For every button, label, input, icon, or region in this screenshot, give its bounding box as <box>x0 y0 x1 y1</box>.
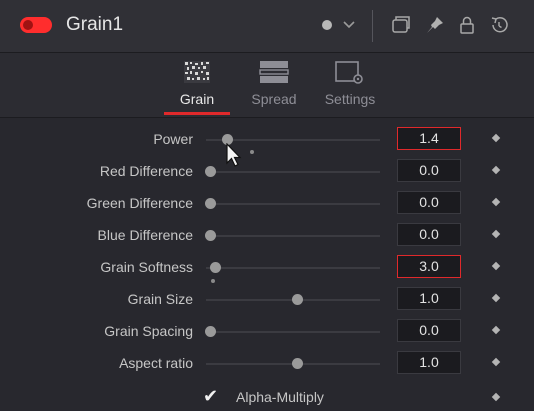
slider-track[interactable] <box>206 235 380 237</box>
slider-track[interactable] <box>206 171 380 173</box>
spread-sliders-icon <box>259 61 289 83</box>
keyframe-icon[interactable] <box>491 293 501 303</box>
slider-thumb[interactable] <box>209 262 221 273</box>
keyframe-icon[interactable] <box>491 261 501 271</box>
pin-icon[interactable] <box>424 14 446 36</box>
value-field[interactable]: 0.0 <box>397 159 461 182</box>
keyframe-icon[interactable] <box>491 133 501 143</box>
versions-icon[interactable] <box>390 14 412 36</box>
keyframe-icon[interactable] <box>491 197 501 207</box>
slider-thumb[interactable] <box>204 198 216 209</box>
param-label: Grain Size <box>127 291 193 307</box>
tab-label: Grain <box>179 91 215 107</box>
param-label: Power <box>153 131 193 147</box>
param-label: Green Difference <box>86 195 193 211</box>
keyframe-icon[interactable] <box>491 392 501 402</box>
slider-thumb[interactable] <box>204 166 216 177</box>
slider-track[interactable] <box>206 203 380 205</box>
default-value-marker <box>211 279 215 283</box>
header-divider <box>372 10 373 42</box>
keyframe-icon[interactable] <box>491 357 501 367</box>
tool-header: Grain1 <box>0 0 534 53</box>
param-row-red-difference: Red Difference 0.0 <box>0 156 534 188</box>
active-tab-indicator <box>164 112 230 115</box>
mouse-cursor-icon <box>226 143 242 167</box>
default-value-marker <box>250 150 254 154</box>
slider-thumb[interactable] <box>291 358 303 369</box>
slider-track[interactable] <box>206 331 380 333</box>
slider-thumb[interactable] <box>291 294 303 305</box>
value-field[interactable]: 1.0 <box>397 351 461 374</box>
value-field[interactable]: 1.0 <box>397 287 461 310</box>
alpha-multiply-row: ✔ Alpha-Multiply <box>0 385 534 411</box>
param-label: Aspect ratio <box>119 355 193 371</box>
value-field[interactable]: 0.0 <box>397 191 461 214</box>
lock-icon[interactable] <box>456 14 478 36</box>
tool-title: Grain1 <box>66 14 124 35</box>
keyframe-icon[interactable] <box>491 325 501 335</box>
param-label: Red Difference <box>99 163 193 179</box>
tab-grain[interactable]: Grain <box>164 53 230 117</box>
value-field[interactable]: 0.0 <box>397 319 461 342</box>
tab-label: Spread <box>251 91 297 107</box>
param-row-aspect-ratio: Aspect ratio 1.0 <box>0 348 534 380</box>
value-field[interactable]: 0.0 <box>397 223 461 246</box>
param-label: Grain Spacing <box>104 323 193 339</box>
value-field[interactable]: 3.0 <box>397 255 461 278</box>
alpha-multiply-checkbox[interactable]: ✔ <box>203 386 218 407</box>
tab-settings[interactable]: Settings <box>318 53 382 117</box>
value-field[interactable]: 1.4 <box>397 127 461 150</box>
slider-thumb[interactable] <box>204 230 216 241</box>
slider-track[interactable] <box>206 267 380 269</box>
settings-gear-icon <box>335 61 363 84</box>
param-row-blue-difference: Blue Difference 0.0 <box>0 220 534 252</box>
tab-label: Settings <box>324 91 376 107</box>
color-dot-icon[interactable] <box>322 20 332 30</box>
param-row-green-difference: Green Difference 0.0 <box>0 188 534 220</box>
param-row-grain-softness: Grain Softness 3.0 <box>0 252 534 284</box>
tab-bar: Grain Spread Settings <box>0 53 534 118</box>
param-label: Blue Difference <box>97 227 193 243</box>
param-label: Grain Softness <box>100 259 193 275</box>
param-row-power: Power 1.4 <box>0 124 534 156</box>
param-row-grain-spacing: Grain Spacing 0.0 <box>0 316 534 348</box>
alpha-multiply-label: Alpha-Multiply <box>236 389 324 405</box>
tab-spread[interactable]: Spread <box>244 53 304 117</box>
slider-thumb[interactable] <box>204 326 216 337</box>
chevron-down-icon[interactable] <box>342 14 356 36</box>
keyframe-icon[interactable] <box>491 165 501 175</box>
tool-enable-toggle[interactable] <box>20 17 52 33</box>
grain-noise-icon <box>184 61 210 83</box>
keyframe-icon[interactable] <box>491 229 501 239</box>
param-row-grain-size: Grain Size 1.0 <box>0 284 534 316</box>
reset-icon[interactable] <box>488 14 510 36</box>
